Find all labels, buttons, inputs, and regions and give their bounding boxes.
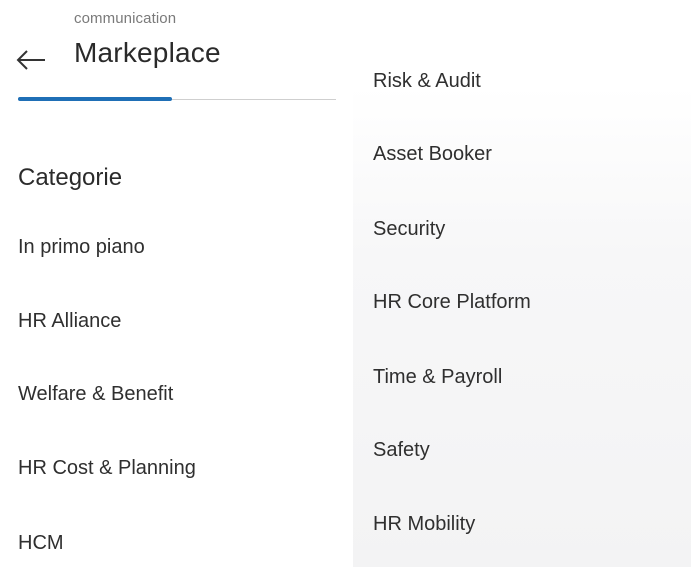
category-item-security[interactable]: Security xyxy=(373,218,445,241)
category-item-hr-core-platform[interactable]: HR Core Platform xyxy=(373,291,531,314)
category-item-hcm[interactable]: HCM xyxy=(18,532,64,555)
page-title: Markeplace xyxy=(74,37,221,68)
category-item-hr-mobility[interactable]: HR Mobility xyxy=(373,513,475,536)
tab-underline-active xyxy=(18,97,172,101)
category-item-time-payroll[interactable]: Time & Payroll xyxy=(373,366,502,389)
categories-heading: Categorie xyxy=(18,164,123,191)
back-button[interactable] xyxy=(14,46,48,74)
category-item-in-primo-piano[interactable]: In primo piano xyxy=(18,236,145,259)
category-item-safety[interactable]: Safety xyxy=(373,439,430,462)
arrow-left-icon xyxy=(14,46,48,74)
category-item-asset-booker[interactable]: Asset Booker xyxy=(373,143,492,166)
category-item-hr-alliance[interactable]: HR Alliance xyxy=(18,310,121,333)
category-item-welfare-benefit[interactable]: Welfare & Benefit xyxy=(18,383,173,406)
category-item-risk-audit[interactable]: Risk & Audit xyxy=(373,70,481,93)
page-overline: communication xyxy=(74,10,177,27)
category-item-hr-cost-planning[interactable]: HR Cost & Planning xyxy=(18,457,196,480)
marketplace-page: communication Markeplace Categorie In pr… xyxy=(0,0,691,567)
